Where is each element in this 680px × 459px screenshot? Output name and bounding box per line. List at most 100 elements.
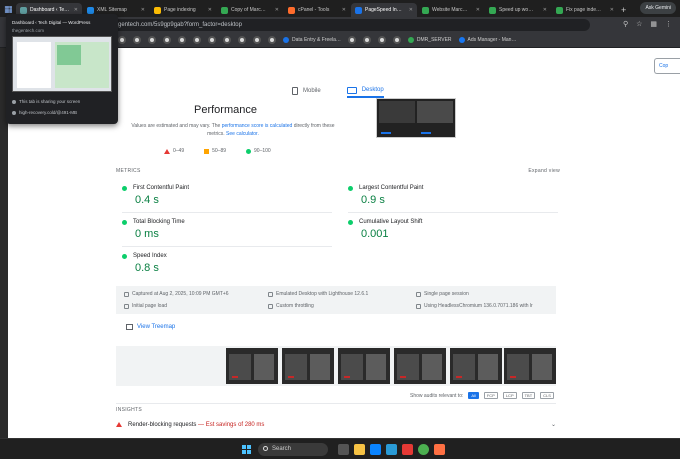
pass-circle-icon	[122, 219, 127, 225]
ask-gemini-button[interactable]: Ask Gemini	[640, 2, 676, 14]
close-icon[interactable]: ✕	[208, 7, 212, 13]
file-explorer-icon[interactable]	[354, 444, 365, 455]
legend-fail: 0–49	[164, 148, 184, 154]
close-icon[interactable]: ✕	[476, 7, 480, 13]
insight-separator: —	[196, 421, 206, 428]
info-text: Captured at Aug 2, 2025, 10:09 PM GMT+6	[132, 291, 229, 297]
windows-taskbar: Search	[0, 438, 680, 459]
tab-favicon-icon	[87, 6, 94, 14]
score-calc-link[interactable]: performance score is calculated	[222, 123, 293, 129]
app-icon[interactable]	[434, 444, 445, 455]
star-icon[interactable]: ☆	[636, 20, 642, 28]
metric-name: Speed Index	[133, 253, 167, 259]
popup-subtitle: thegentech.com	[12, 28, 45, 33]
tab-label: Fix page inde…	[566, 7, 602, 13]
tab-page-indexing[interactable]: Page indexing ✕	[150, 3, 216, 17]
tab-pagespeed[interactable]: PageSpeed In… ✕	[351, 3, 417, 17]
screenshot-bar	[421, 132, 431, 134]
tab-speed-up[interactable]: Speed up wo… ✕	[485, 3, 551, 17]
device-icon	[268, 291, 273, 297]
new-tab-button[interactable]: +	[621, 5, 626, 15]
bookmark-data-entry[interactable]: Data Entry & Freela…	[283, 37, 341, 43]
search-label: Search	[272, 446, 292, 452]
filmstrip-frame	[282, 348, 334, 384]
chrome-icon[interactable]	[418, 444, 429, 455]
toolbar-icons: ⚲ ☆ ▦ ⋮	[623, 20, 672, 28]
filter-tbt[interactable]: TBT	[521, 392, 536, 399]
tab-desktop[interactable]: Desktop	[346, 84, 384, 98]
bookmark-icon[interactable]	[238, 36, 246, 44]
pass-circle-icon	[122, 253, 127, 259]
tab-website-marc[interactable]: Website Marc… ✕	[418, 3, 484, 17]
filter-all[interactable]: All	[468, 392, 479, 399]
bookmark-icon[interactable]	[208, 36, 216, 44]
square-icon	[204, 148, 210, 154]
pagespeed-report: Mobile Desktop Performance Values are es…	[114, 48, 562, 438]
tab-copy-of-marc[interactable]: Copy of Marc… ✕	[217, 3, 283, 17]
metric-name: Cumulative Layout Shift	[359, 219, 423, 225]
bookmark-icon[interactable]	[148, 36, 156, 44]
extension-icon[interactable]: ▦	[650, 20, 657, 28]
filter-cls[interactable]: CLS	[540, 392, 554, 399]
bookmark-icon[interactable]	[392, 36, 401, 44]
close-icon[interactable]: ✕	[141, 7, 145, 13]
app-icon[interactable]	[402, 444, 413, 455]
bookmark-icon[interactable]	[118, 36, 126, 44]
search-icon[interactable]: ⚲	[623, 20, 628, 28]
see-calculator-link[interactable]: See calculator.	[226, 131, 259, 137]
view-treemap-button[interactable]: View Treemap	[126, 324, 175, 330]
tab-favicon-icon	[556, 6, 563, 14]
tab-label: Dashboard ‹ Te…	[30, 7, 70, 13]
windows-start-icon[interactable]	[242, 445, 251, 454]
bookmark-icon[interactable]	[253, 36, 261, 44]
bookmark-icon[interactable]	[163, 36, 171, 44]
close-icon[interactable]: ✕	[610, 7, 614, 13]
close-icon[interactable]: ✕	[342, 7, 346, 13]
close-icon[interactable]: ✕	[74, 7, 78, 13]
close-icon[interactable]: ✕	[409, 7, 413, 13]
menu-icon[interactable]: ⋮	[665, 20, 672, 28]
bookmark-icon[interactable]	[377, 36, 386, 44]
close-icon[interactable]: ✕	[275, 7, 279, 13]
tab-favicon-icon	[221, 6, 228, 14]
close-icon[interactable]: ✕	[543, 7, 547, 13]
wifi-icon	[268, 303, 273, 309]
tab-favicon-icon	[422, 6, 429, 14]
bookmark-icon[interactable]	[347, 36, 356, 44]
tab-cpanel[interactable]: cPanel - Tools ✕	[284, 3, 350, 17]
info-session: Single page session	[416, 291, 469, 297]
popup-text: high-recovery.cold/@491-MB	[19, 110, 78, 115]
insight-render-blocking[interactable]: Render-blocking requests — Est savings o…	[116, 421, 556, 428]
divider	[122, 212, 332, 213]
bookmark-icon[interactable]	[268, 36, 276, 44]
filter-lcp[interactable]: LCP	[502, 392, 517, 399]
legend-label: 90–100	[254, 148, 271, 154]
task-view-icon[interactable]	[338, 444, 349, 455]
bookmark-icon[interactable]	[223, 36, 231, 44]
bookmark-ads-manager[interactable]: Ads Manager - Man…	[458, 37, 516, 43]
bookmark-icon[interactable]	[178, 36, 186, 44]
bookmark-icon[interactable]	[362, 36, 371, 44]
tab-fix-page-index[interactable]: Fix page inde… ✕	[552, 3, 618, 17]
divider	[122, 246, 332, 247]
tab-mobile[interactable]: Mobile	[292, 84, 321, 98]
legend-label: 0–49	[173, 148, 185, 154]
filter-fcp[interactable]: FCP	[483, 392, 498, 399]
copy-link-button[interactable]: Cop	[654, 58, 680, 74]
store-icon[interactable]	[386, 444, 397, 455]
info-text: Single page session	[424, 291, 469, 297]
bookmark-dmr-server[interactable]: DMR_SERVER	[407, 37, 452, 43]
screenshot-panel	[417, 101, 453, 123]
metric-name: Largest Contentful Paint	[359, 185, 424, 191]
screenshot-bar	[381, 132, 391, 134]
bookmark-favicon-icon	[407, 37, 414, 43]
page-screenshot	[376, 98, 456, 138]
bookmark-icon[interactable]	[193, 36, 201, 44]
taskbar-search[interactable]: Search	[258, 443, 328, 456]
chevron-down-icon[interactable]: ⌄	[551, 421, 556, 428]
metric-value: 0.8 s	[135, 262, 159, 274]
address-bar[interactable]: gentech.com/5s9gp9gab?form_factor=deskto…	[110, 19, 590, 31]
expand-view-button[interactable]: Expand view	[528, 168, 560, 174]
bookmark-icon[interactable]	[133, 36, 141, 44]
edge-icon[interactable]	[370, 444, 381, 455]
